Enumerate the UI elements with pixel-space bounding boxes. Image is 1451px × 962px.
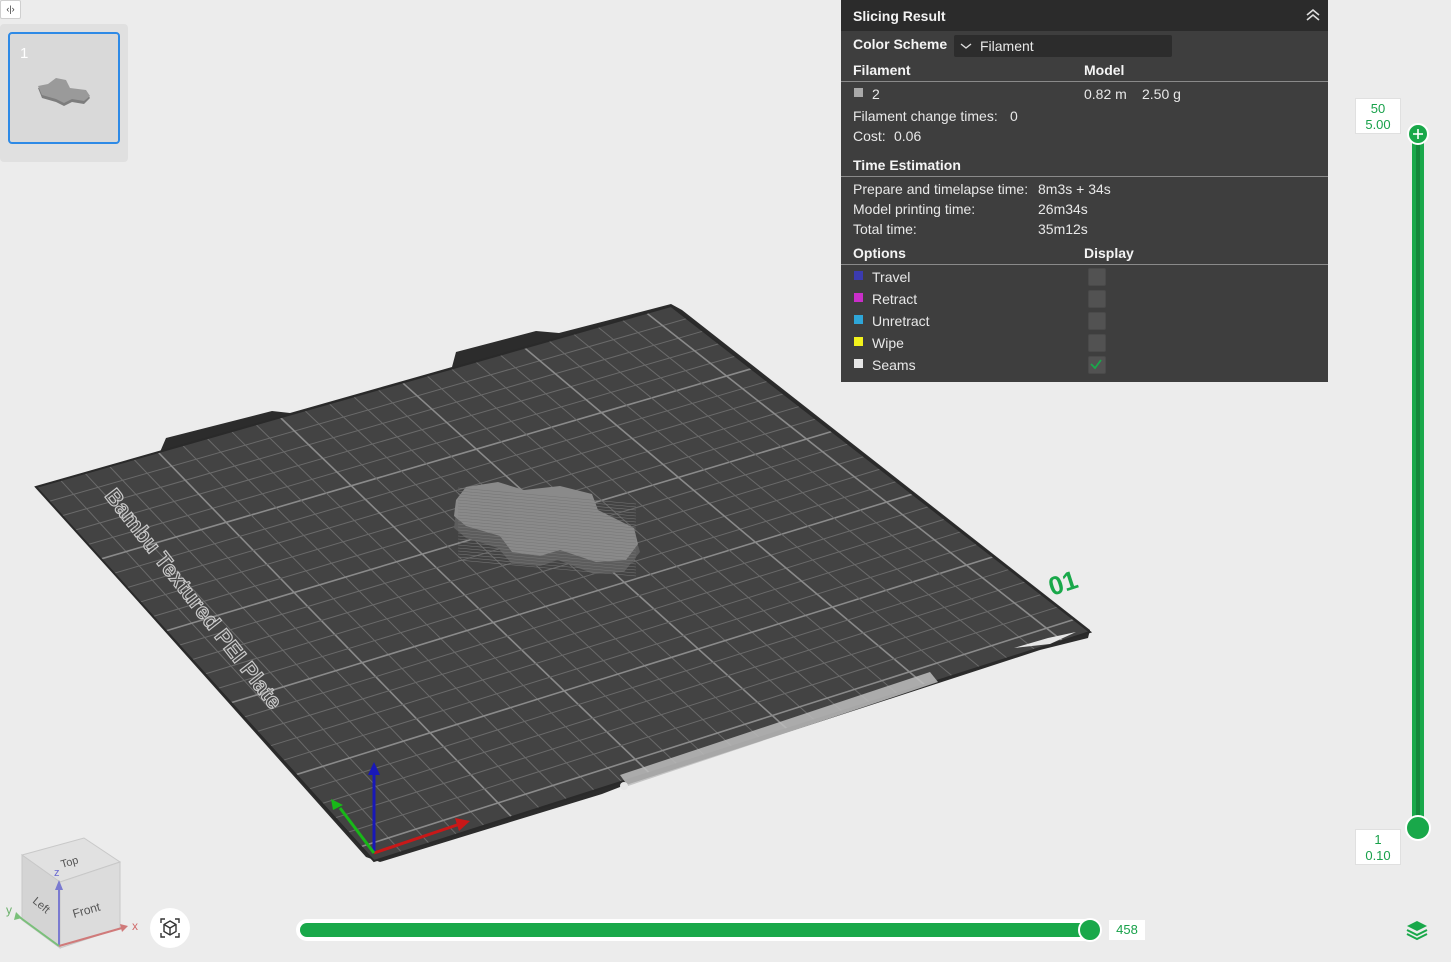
options-column-header: Options — [853, 245, 906, 261]
layer-top-height: 5.00 — [1365, 117, 1391, 132]
wipe-display-checkbox[interactable] — [1088, 334, 1106, 352]
layer-slider-range — [1416, 134, 1420, 828]
option-label-unretract: Unretract — [872, 313, 930, 329]
view-cube-x: x — [132, 919, 138, 933]
prepare-time-label: Prepare and timelapse time: — [853, 181, 1029, 197]
collapse-chevron-icon[interactable] — [1305, 8, 1321, 22]
filament-weight: 2.50 g — [1142, 86, 1181, 102]
option-label-retract: Retract — [872, 291, 918, 307]
slicing-result-panel: Slicing Result Color Scheme Filament Fil… — [841, 0, 1328, 382]
total-time-label: Total time: — [853, 221, 917, 237]
layers-icon[interactable] — [1405, 918, 1429, 942]
filament-id: 2 — [872, 86, 880, 102]
view-cube-y: y — [6, 903, 12, 917]
layer-bottom-number: 1 — [1374, 832, 1382, 847]
plate-thumbnail-index: 1 — [20, 45, 29, 62]
total-time-value: 35m12s — [1038, 221, 1088, 237]
filament-change-label: Filament change times: — [853, 108, 998, 124]
option-label-seams: Seams — [872, 357, 916, 373]
filament-column-header: Filament — [853, 62, 911, 78]
view-cube-z: z — [54, 867, 60, 879]
plate-thumbnail[interactable]: 1 — [8, 32, 120, 144]
retract-color-swatch — [854, 293, 863, 302]
option-label-travel: Travel — [872, 269, 911, 285]
prepare-time-value: 8m3s + 34s — [1038, 181, 1111, 197]
layer-top-number: 50 — [1370, 101, 1386, 116]
cost-value: 0.06 — [894, 128, 922, 144]
layer-bottom-height: 0.10 — [1365, 848, 1391, 863]
layer-bottom-handle[interactable] — [1405, 815, 1431, 841]
divider — [841, 264, 1328, 265]
move-slider-value: 458 — [1109, 920, 1145, 940]
layer-slider-track[interactable] — [1412, 134, 1424, 828]
model-printing-time-label: Model printing time: — [853, 201, 976, 217]
color-scheme-select[interactable]: Filament — [954, 35, 1172, 57]
panel-title: Slicing Result — [853, 8, 946, 24]
reset-view-button[interactable] — [150, 908, 190, 948]
color-scheme-value: Filament — [980, 38, 1034, 54]
retract-display-checkbox[interactable] — [1088, 290, 1106, 308]
wipe-color-swatch — [854, 337, 863, 346]
divider — [841, 81, 1328, 82]
cost-label: Cost: — [853, 128, 886, 144]
seams-color-swatch — [854, 359, 863, 368]
move-slider-fill — [300, 923, 1090, 937]
move-slider-track[interactable] — [296, 919, 1096, 941]
divider — [841, 176, 1328, 177]
travel-display-checkbox[interactable] — [1088, 268, 1106, 286]
time-estimation-header: Time Estimation — [853, 157, 961, 173]
model-column-header: Model — [1084, 62, 1125, 78]
panel-header[interactable]: Slicing Result — [841, 0, 1328, 31]
display-column-header: Display — [1084, 245, 1134, 261]
layer-top-handle[interactable] — [1407, 123, 1429, 145]
layer-top-label: 50 5.00 — [1355, 98, 1401, 134]
travel-color-swatch — [854, 271, 863, 280]
cube-view-icon — [160, 918, 180, 938]
view-cube[interactable]: Top Left Front z x y — [6, 837, 138, 949]
unretract-color-swatch — [854, 315, 863, 324]
model-printing-time-value: 26m34s — [1038, 201, 1088, 217]
color-scheme-label: Color Scheme — [853, 36, 948, 52]
option-label-wipe: Wipe — [872, 335, 904, 351]
filament-color-swatch — [854, 88, 863, 97]
chevron-down-icon — [960, 43, 972, 49]
filament-change-value: 0 — [1010, 108, 1018, 124]
seams-display-checkbox[interactable] — [1088, 356, 1106, 374]
plate-thumbnail-model-icon — [38, 78, 90, 106]
plus-icon — [1413, 129, 1423, 139]
plate-number-text: 01 — [1045, 564, 1082, 601]
sidebar-toggle-button[interactable]: ‹|› — [0, 0, 21, 19]
layer-bottom-label: 1 0.10 — [1355, 829, 1401, 865]
unretract-display-checkbox[interactable] — [1088, 312, 1106, 330]
filament-length: 0.82 m — [1084, 86, 1127, 102]
move-slider-handle[interactable] — [1078, 918, 1102, 942]
